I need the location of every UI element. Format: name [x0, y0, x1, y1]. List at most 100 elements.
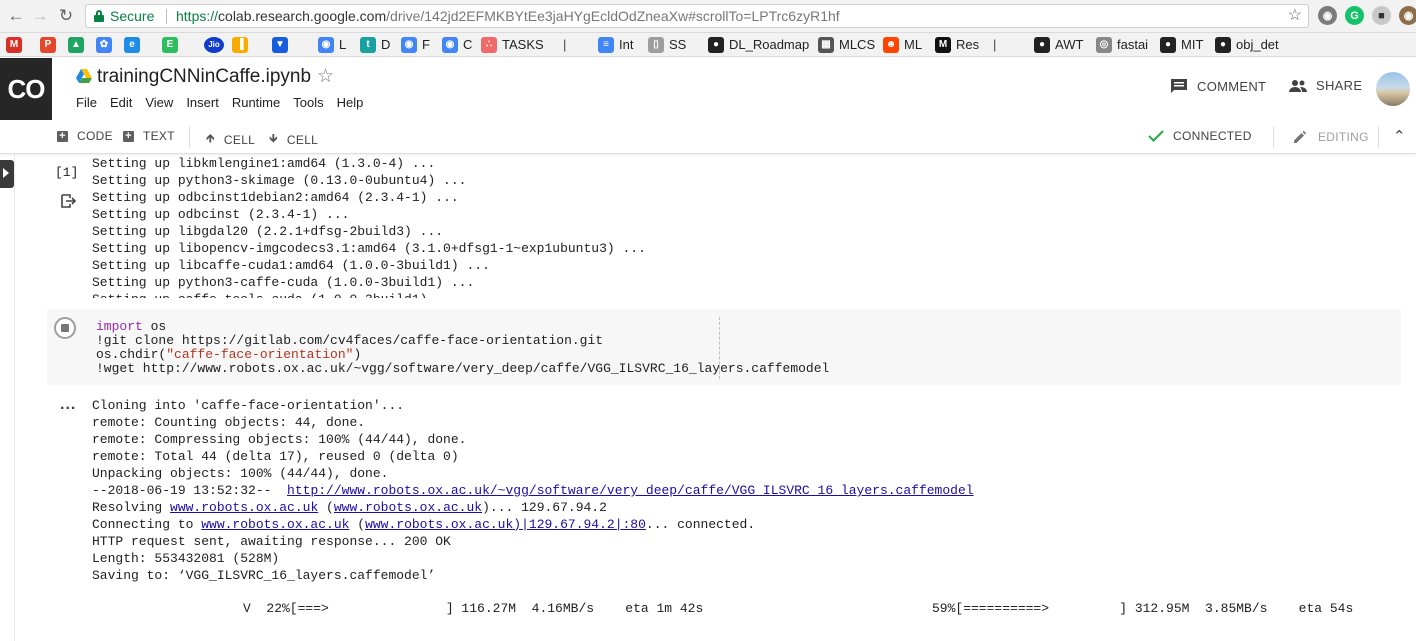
sidebar-toggle[interactable] — [0, 160, 14, 188]
bookmark-obj-det[interactable]: ● obj_det — [1215, 34, 1279, 56]
bookmark-label: ML — [904, 37, 923, 52]
share-button[interactable]: SHARE — [1288, 78, 1362, 93]
output-exit-icon[interactable] — [60, 193, 76, 209]
avatar[interactable] — [1376, 72, 1410, 106]
github-icon: ● — [1034, 37, 1050, 53]
menu-file[interactable]: File — [76, 95, 97, 110]
bookmark-label: SS — [669, 37, 687, 52]
output-link[interactable]: www.robots.ox.ac.uk — [201, 517, 349, 532]
chrome-icon: ◉ — [442, 37, 458, 53]
grid-icon: ▦ — [818, 37, 834, 53]
arrow-down-icon: 🡻 — [269, 131, 278, 145]
add-text-button[interactable]: + TEXT — [123, 129, 175, 143]
bookmark-drive[interactable]: ▲ — [68, 34, 89, 56]
stop-execution-button[interactable] — [54, 317, 76, 339]
bookmark-tasks[interactable]: ∴ TASKS — [481, 34, 544, 56]
collapse-header-icon[interactable]: ⌃ — [1393, 127, 1406, 145]
arrow-forward-icon[interactable]: → — [30, 6, 50, 26]
star-icon[interactable]: ☆ — [317, 65, 334, 88]
share-label: SHARE — [1316, 78, 1363, 93]
bookmark-photos[interactable]: ✿ — [96, 34, 117, 56]
pocket-icon: P — [40, 37, 56, 53]
output-link[interactable]: www.robots.ox.ac.uk — [334, 500, 482, 515]
bookmark-mit[interactable]: ● MIT — [1160, 34, 1203, 56]
address-bar[interactable]: Secure https://colab.research.google.com… — [85, 4, 1309, 28]
bookmark-mlcs[interactable]: ▦ MLCS — [818, 34, 875, 56]
bookmark-label: DL_Roadmap — [729, 37, 810, 52]
comment-label: COMMENT — [1197, 79, 1267, 94]
move-cell-up-button[interactable]: 🡹 CELL — [206, 129, 255, 150]
bookmark-awt[interactable]: ● AWT — [1034, 34, 1083, 56]
extension-block-icon[interactable]: ■ — [1372, 6, 1391, 25]
editing-button[interactable]: EDITING — [1292, 129, 1369, 145]
grammarly-icon[interactable]: G — [1345, 6, 1364, 25]
bookmark-jio[interactable]: Jio — [204, 34, 229, 56]
bookmark-label: MLCS — [839, 37, 876, 52]
bookmark-label: AWT — [1055, 37, 1084, 52]
code-editor[interactable]: import os !git clone https://gitlab.com/… — [96, 320, 829, 376]
bookmark-evernote[interactable]: E — [162, 34, 183, 56]
bookmark-d[interactable]: tD — [360, 34, 390, 56]
browser-toolbar: ← → ↻ Secure https://colab.research.goog… — [0, 0, 1416, 33]
bookmark-label: obj_det — [1236, 37, 1279, 52]
connected-status[interactable]: CONNECTED — [1148, 129, 1252, 143]
move-cell-down-button[interactable]: 🡻 CELL — [269, 129, 318, 150]
bookmark-star-icon[interactable]: ☆ — [1288, 5, 1302, 27]
colab-logo[interactable]: CO — [0, 58, 52, 120]
comment-button[interactable]: COMMENT — [1170, 78, 1266, 95]
output-link[interactable]: www.robots.ox.ac.uk — [170, 500, 318, 515]
bookmark-fastai[interactable]: ◎ fastai — [1096, 34, 1148, 56]
menu-tools[interactable]: Tools — [293, 95, 323, 110]
bookmark-edge[interactable]: e — [124, 34, 145, 56]
bitwarden-icon: ▼ — [272, 37, 288, 53]
medium-icon: M — [935, 37, 951, 53]
comment-icon — [1171, 79, 1187, 93]
notebook-toolbar: + CODE + TEXT 🡹 CELL 🡻 CELL CONNECTED ED… — [0, 120, 1416, 154]
page-icon: ▯ — [648, 37, 664, 53]
bookmark-label: Int — [619, 37, 634, 52]
edge-icon: e — [124, 37, 140, 53]
bookmark-res[interactable]: M Res — [935, 34, 979, 56]
reddit-icon: ☻ — [883, 37, 899, 53]
bookmark-label: C — [463, 37, 473, 52]
reload-icon[interactable]: ↻ — [56, 6, 76, 26]
photos-icon: ✿ — [96, 37, 112, 53]
bookmark-ml[interactable]: ☻ ML — [883, 34, 922, 56]
menu-insert[interactable]: Insert — [186, 95, 219, 110]
cell-output: Setting up libkmlengine1:amd64 (1.3.0-4)… — [92, 156, 646, 298]
drive-icon: ▲ — [68, 37, 84, 53]
download-progress: 59%[==========> ] 312.95M 3.85MB/s eta 5… — [932, 601, 1354, 616]
colab-header: CO trainingCNNinCaffe.ipynb ☆ File Edit … — [0, 58, 1416, 120]
output-link[interactable]: http://www.robots.ox.ac.uk/~vgg/software… — [287, 483, 974, 498]
notebook-title[interactable]: trainingCNNinCaffe.ipynb — [97, 66, 311, 88]
plus-icon: + — [57, 130, 68, 142]
code-cell[interactable]: import os !git clone https://gitlab.com/… — [47, 309, 1401, 385]
bookmark-bitwarden[interactable]: ▼ — [272, 34, 293, 56]
menu-edit[interactable]: Edit — [110, 95, 132, 110]
bookmark-dl-roadmap[interactable]: ● DL_Roadmap — [708, 34, 809, 56]
bookmark-int[interactable]: ≡ Int — [598, 34, 633, 56]
drive-icon — [76, 69, 92, 83]
bookmark-gmail[interactable]: M — [6, 34, 27, 56]
bookmarks-bar: M P ▲ ✿ e E Jio ▐ ▼ ◉ Lt D ◉ F ◉ C ∴ TASKS ≡ Int ▯ SS ● DL_Road… — [0, 33, 1416, 57]
bookmark-ss[interactable]: ▯ SS — [648, 34, 686, 56]
url-text[interactable]: https://colab.research.google.com/drive/… — [176, 5, 840, 27]
bookmark-pocket[interactable]: P — [40, 34, 61, 56]
menu-view[interactable]: View — [145, 95, 173, 110]
jio-icon: Jio — [204, 37, 224, 53]
menu-runtime[interactable]: Runtime — [232, 95, 280, 110]
arrow-back-icon[interactable]: ← — [6, 6, 26, 26]
output-menu-icon[interactable]: ... — [60, 396, 76, 414]
owl-icon[interactable]: ◉ — [1399, 6, 1416, 25]
bookmark-analytics[interactable]: ▐ — [232, 34, 253, 56]
bookmark-c[interactable]: ◉ C — [442, 34, 472, 56]
add-code-button[interactable]: + CODE — [57, 129, 113, 143]
output-link[interactable]: www.robots.ox.ac.uk)|129.67.94.2|:80 — [365, 517, 646, 532]
github-icon: ● — [1160, 37, 1176, 53]
menu-help[interactable]: Help — [337, 95, 364, 110]
bookmark-l[interactable]: ◉ L — [318, 34, 346, 56]
bookmark-label: Res — [956, 37, 980, 52]
bookmark-f[interactable]: ◉ F — [401, 34, 430, 56]
pencil-icon — [1294, 130, 1307, 143]
extension-tomato-icon[interactable]: ◉ — [1318, 6, 1337, 25]
